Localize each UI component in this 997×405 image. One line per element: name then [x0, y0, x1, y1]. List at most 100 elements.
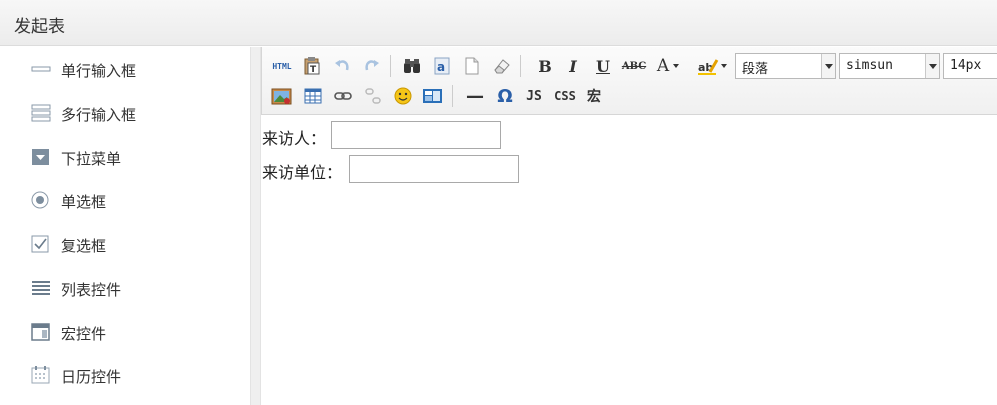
sidebar-item-label: 宏控件: [61, 325, 107, 343]
sidebar-item-label: 复选框: [61, 237, 107, 255]
underline-button[interactable]: U: [592, 55, 614, 77]
chevron-down-icon: [925, 54, 939, 78]
sidebar-item-checkbox[interactable]: 复选框: [30, 230, 240, 258]
template-button[interactable]: [422, 85, 444, 107]
visitor-input[interactable]: [331, 121, 501, 149]
chevron-down-icon: [673, 64, 680, 68]
sidebar-item-multi-line-input[interactable]: 多行输入框: [30, 99, 240, 127]
font-family-value: simsun: [846, 58, 893, 73]
page-header: 发起表: [0, 0, 997, 46]
font-size-value: 14px: [950, 58, 982, 73]
underline-icon: U: [596, 56, 610, 76]
paragraph-format-select[interactable]: 段落: [735, 53, 836, 79]
visitor-company-label: 来访单位：: [262, 163, 343, 182]
auto-typeset-button[interactable]: a: [431, 55, 453, 77]
sidebar-item-label: 下拉菜单: [61, 150, 122, 168]
visitor-company-input[interactable]: [349, 155, 519, 183]
font-color-icon: A: [656, 56, 670, 76]
paste-text-icon: T: [304, 57, 320, 75]
template-icon: [423, 89, 442, 103]
insert-image-button[interactable]: [270, 85, 294, 107]
italic-button[interactable]: I: [562, 55, 584, 77]
sidebar-item-macro[interactable]: 宏控件: [30, 318, 240, 346]
new-document-icon: [465, 57, 479, 75]
sidebar-item-single-line-input[interactable]: 单行输入框: [30, 55, 240, 83]
control-sidebar: 单行输入框 多行输入框 下拉菜单 单选框 复选框 列表控件 宏控件 日历控件: [0, 47, 250, 405]
dropdown-icon: [30, 147, 52, 167]
js-control-button[interactable]: JS: [523, 85, 545, 107]
bold-button[interactable]: B: [534, 55, 556, 77]
sidebar-item-label: 单选框: [61, 193, 107, 211]
undo-icon: [335, 60, 349, 71]
new-document-button[interactable]: [461, 55, 483, 77]
chevron-down-icon: [721, 64, 727, 68]
sidebar-item-label: 单行输入框: [61, 62, 137, 80]
clear-format-button[interactable]: [491, 55, 513, 77]
toolbar-separator: [390, 55, 391, 77]
redo-icon: [365, 60, 379, 71]
html-source-button[interactable]: HTML: [268, 55, 296, 77]
sidebar-item-label: 列表控件: [61, 281, 122, 299]
css-control-button[interactable]: CSS: [552, 85, 578, 107]
horizontal-rule-button[interactable]: —: [464, 85, 486, 107]
macro-icon: [30, 322, 52, 342]
calendar-icon: [30, 365, 52, 385]
link-icon: [334, 92, 352, 100]
editor-content-area[interactable]: 来访人： 来访单位：: [261, 115, 997, 405]
html-icon: HTML: [272, 61, 292, 71]
smiley-icon: [394, 87, 412, 105]
bold-icon: B: [538, 56, 552, 76]
checkbox-icon: [30, 234, 52, 254]
sidebar-item-radio[interactable]: 单选框: [30, 186, 240, 214]
italic-icon: I: [569, 56, 577, 76]
undo-button[interactable]: [331, 55, 353, 77]
rich-text-editor: HTML T a B I U ABC A ab 段落 simsun 14px —…: [261, 47, 997, 405]
splitter-handle[interactable]: [250, 47, 261, 405]
chevron-down-icon: [821, 54, 835, 78]
font-family-select[interactable]: simsun: [839, 53, 940, 79]
special-char-button[interactable]: Ω: [494, 85, 516, 107]
editor-toolbar: HTML T a B I U ABC A ab 段落 simsun 14px —…: [261, 47, 997, 115]
sidebar-item-label: 多行输入框: [61, 106, 137, 124]
toolbar-separator: [520, 55, 521, 77]
sidebar-item-list[interactable]: 列表控件: [30, 274, 240, 302]
highlight-color-button[interactable]: ab: [695, 55, 729, 77]
unlink-icon: [365, 88, 381, 104]
font-color-button[interactable]: A: [653, 55, 683, 77]
highlight-icon: ab: [698, 59, 719, 75]
js-icon: JS: [526, 88, 542, 104]
insert-link-button[interactable]: [332, 85, 354, 107]
toolbar-separator: [452, 85, 453, 107]
omega-icon: Ω: [497, 85, 513, 107]
sidebar-item-calendar[interactable]: 日历控件: [30, 361, 240, 389]
macro-control-button[interactable]: 宏: [583, 85, 605, 107]
css-icon: CSS: [554, 89, 576, 103]
find-replace-button[interactable]: [401, 55, 423, 77]
font-size-select[interactable]: 14px: [943, 53, 997, 79]
paste-text-button[interactable]: T: [301, 55, 323, 77]
visitor-label: 来访人：: [262, 129, 327, 148]
multi-line-input-icon: [30, 103, 52, 123]
unlink-button[interactable]: [362, 85, 384, 107]
svg-text:a: a: [437, 60, 445, 74]
redo-button[interactable]: [361, 55, 383, 77]
single-line-input-icon: [30, 59, 52, 79]
horizontal-rule-icon: —: [466, 85, 484, 107]
svg-text:T: T: [310, 65, 317, 75]
sidebar-item-dropdown[interactable]: 下拉菜单: [30, 143, 240, 171]
list-icon: [30, 278, 52, 298]
table-icon: [304, 88, 322, 104]
eraser-icon: [494, 59, 510, 74]
insert-table-button[interactable]: [302, 85, 324, 107]
binoculars-icon: [404, 59, 420, 73]
sidebar-item-label: 日历控件: [61, 368, 122, 386]
strikethrough-button[interactable]: ABC: [621, 55, 647, 77]
image-icon: [271, 88, 292, 105]
typeset-icon: a: [434, 57, 450, 75]
paragraph-format-value: 段落: [742, 62, 769, 77]
emoticon-button[interactable]: [392, 85, 414, 107]
page-title: 发起表: [14, 17, 65, 37]
radio-icon: [30, 190, 52, 210]
strikethrough-icon: ABC: [621, 60, 647, 72]
macro-control-icon: 宏: [587, 89, 601, 105]
